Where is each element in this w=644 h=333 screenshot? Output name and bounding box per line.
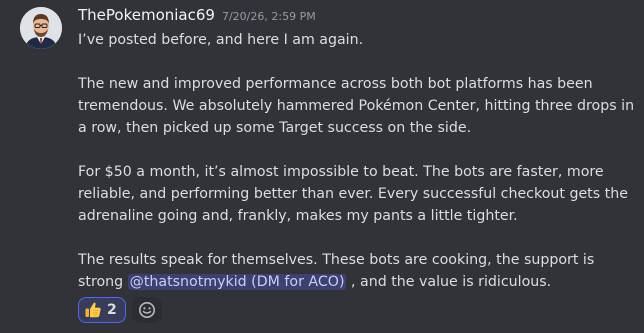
timestamp[interactable]: 7/20/26, 2:59 PM: [222, 10, 316, 23]
add-reaction-button[interactable]: [132, 297, 162, 323]
avatar-portrait-icon: [20, 7, 62, 49]
message-paragraph: The new and improved performance across …: [78, 76, 635, 136]
username[interactable]: ThePokemoniac69: [78, 6, 215, 24]
avatar[interactable]: [20, 7, 62, 49]
reactions-bar: 2: [78, 297, 162, 323]
reaction-count: 2: [107, 302, 117, 318]
add-reaction-smiley-icon: [139, 302, 155, 318]
message-content: I’ve posted before, and here I am again.…: [78, 29, 638, 293]
user-mention[interactable]: @thatsnotmykid (DM for ACO): [127, 274, 347, 290]
final-text-after-mention: , and the value is ridiculous.: [346, 274, 552, 290]
message-paragraph: For $50 a month, it’s almost impossible …: [78, 164, 628, 224]
message-paragraph: I’ve posted before, and here I am again.: [78, 32, 364, 48]
message-header: ThePokemoniac69 7/20/26, 2:59 PM: [78, 6, 316, 28]
reaction-thumbs-up[interactable]: 2: [78, 297, 126, 323]
thumbs-up-icon: [85, 302, 101, 318]
message-paragraph-final: The results speak for themselves. These …: [78, 249, 638, 293]
chat-message: ThePokemoniac69 7/20/26, 2:59 PM I’ve po…: [0, 0, 644, 333]
